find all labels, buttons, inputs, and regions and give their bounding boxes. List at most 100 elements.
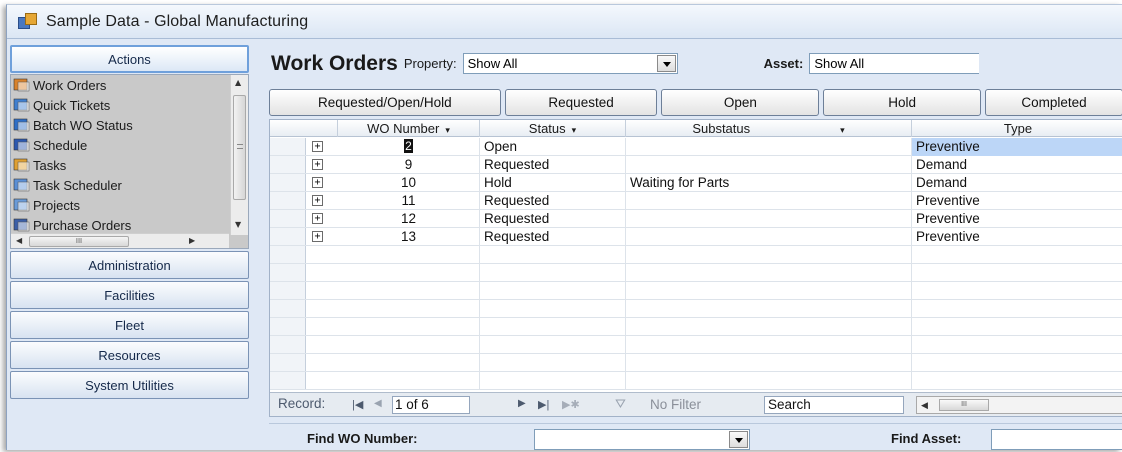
- sidebar-item[interactable]: Quick Tickets: [11, 95, 229, 115]
- cell-substatus[interactable]: [626, 264, 912, 282]
- actions-list-hscrollbar[interactable]: ◀ III ▶: [11, 233, 229, 248]
- tab-hold[interactable]: Hold: [823, 89, 981, 116]
- table-row[interactable]: [270, 264, 1122, 282]
- nav-section-actions[interactable]: Actions: [10, 45, 249, 73]
- sidebar-item[interactable]: Projects: [11, 195, 229, 215]
- cell-substatus[interactable]: [626, 228, 912, 246]
- sort-arrow-icon[interactable]: ▾: [445, 122, 450, 139]
- sidebar-item[interactable]: Work Orders: [11, 75, 229, 95]
- cell-wo-number[interactable]: [338, 354, 480, 372]
- row-selector[interactable]: [270, 336, 306, 353]
- cell-type[interactable]: Preventive: [912, 210, 1122, 228]
- row-selector[interactable]: [270, 192, 306, 209]
- hscroll-thumb[interactable]: III: [29, 236, 129, 247]
- tab-requested-open-hold[interactable]: Requested/Open/Hold: [269, 89, 501, 116]
- record-position-input[interactable]: 1 of 6: [392, 396, 470, 414]
- asset-select[interactable]: Show All: [809, 53, 980, 74]
- last-record-icon[interactable]: ▶|: [538, 398, 549, 411]
- cell-wo-number[interactable]: [338, 282, 480, 300]
- new-record-icon[interactable]: ▶✱: [562, 398, 580, 411]
- sidebar-item[interactable]: Schedule: [11, 135, 229, 155]
- sort-arrow-icon[interactable]: ▾: [840, 122, 845, 139]
- cell-wo-number[interactable]: [338, 336, 480, 354]
- cell-type[interactable]: Preventive: [912, 138, 1122, 156]
- cell-wo-number[interactable]: [338, 300, 480, 318]
- scroll-left-icon[interactable]: ◀: [16, 236, 22, 245]
- row-selector[interactable]: [270, 354, 306, 371]
- sidebar-item[interactable]: Task Scheduler: [11, 175, 229, 195]
- sort-arrow-icon[interactable]: ▾: [572, 122, 577, 139]
- cell-substatus[interactable]: [626, 354, 912, 372]
- scroll-up-icon[interactable]: ▲: [235, 78, 241, 87]
- next-record-icon[interactable]: ▶: [518, 398, 526, 409]
- grid-hscrollbar[interactable]: ◀ III: [916, 396, 1122, 414]
- cell-substatus[interactable]: [626, 372, 912, 390]
- cell-substatus[interactable]: [626, 336, 912, 354]
- cell-type[interactable]: [912, 318, 1122, 336]
- row-selector[interactable]: [270, 246, 306, 263]
- cell-status[interactable]: Requested: [480, 192, 626, 210]
- table-row[interactable]: +12 Requested Preventive: [270, 210, 1122, 228]
- chevron-down-icon[interactable]: [656, 55, 676, 72]
- table-row[interactable]: +10 Hold Waiting for Parts Demand: [270, 174, 1122, 192]
- expand-row-icon[interactable]: +: [312, 159, 323, 170]
- table-row[interactable]: [270, 336, 1122, 354]
- cell-wo-number[interactable]: 13: [338, 228, 480, 246]
- cell-status[interactable]: [480, 318, 626, 336]
- first-record-icon[interactable]: |◀: [352, 398, 363, 411]
- cell-wo-number[interactable]: 2: [338, 138, 480, 156]
- nav-section-administration[interactable]: Administration: [10, 251, 249, 279]
- cell-wo-number[interactable]: [338, 372, 480, 390]
- cell-type[interactable]: Preventive: [912, 228, 1122, 246]
- tab-completed[interactable]: Completed: [984, 89, 1122, 116]
- cell-wo-number[interactable]: [338, 246, 480, 264]
- nav-section-resources[interactable]: Resources: [10, 341, 249, 369]
- table-row[interactable]: +11 Requested Preventive: [270, 192, 1122, 210]
- column-header-substatus[interactable]: Substatus ▾: [626, 120, 912, 137]
- find-asset-select[interactable]: [991, 429, 1122, 450]
- cell-type[interactable]: [912, 300, 1122, 318]
- cell-type[interactable]: Demand: [912, 156, 1122, 174]
- search-input[interactable]: Search: [764, 396, 904, 414]
- cell-wo-number[interactable]: 11: [338, 192, 480, 210]
- table-row[interactable]: [270, 354, 1122, 372]
- cell-substatus[interactable]: [626, 138, 912, 156]
- cell-status[interactable]: [480, 354, 626, 372]
- expand-row-icon[interactable]: +: [312, 213, 323, 224]
- cell-status[interactable]: [480, 246, 626, 264]
- row-selector[interactable]: [270, 318, 306, 335]
- cell-type[interactable]: [912, 282, 1122, 300]
- row-selector[interactable]: [270, 210, 306, 227]
- property-select[interactable]: Show All: [462, 53, 678, 74]
- cell-status[interactable]: [480, 372, 626, 390]
- cell-substatus[interactable]: [626, 210, 912, 228]
- cell-status[interactable]: [480, 336, 626, 354]
- expand-row-icon[interactable]: +: [312, 141, 323, 152]
- table-row[interactable]: +2 Open Preventive: [270, 138, 1122, 156]
- cell-substatus[interactable]: [626, 282, 912, 300]
- table-row[interactable]: [270, 372, 1122, 390]
- cell-substatus[interactable]: [626, 192, 912, 210]
- grid-corner[interactable]: [270, 120, 338, 137]
- sidebar-item[interactable]: Purchase Orders: [11, 215, 229, 235]
- cell-type[interactable]: [912, 336, 1122, 354]
- table-row[interactable]: [270, 246, 1122, 264]
- table-row[interactable]: [270, 318, 1122, 336]
- cell-type[interactable]: [912, 372, 1122, 390]
- nav-section-facilities[interactable]: Facilities: [10, 281, 249, 309]
- tab-requested[interactable]: Requested: [504, 89, 658, 116]
- cell-type[interactable]: [912, 246, 1122, 264]
- scroll-right-icon[interactable]: ▶: [189, 236, 195, 245]
- cell-wo-number[interactable]: [338, 264, 480, 282]
- cell-substatus[interactable]: [626, 246, 912, 264]
- row-selector[interactable]: [270, 264, 306, 281]
- column-header-type[interactable]: Type: [912, 120, 1122, 137]
- cell-wo-number[interactable]: 9: [338, 156, 480, 174]
- table-row[interactable]: +13 Requested Preventive: [270, 228, 1122, 246]
- row-selector[interactable]: [270, 282, 306, 299]
- expand-row-icon[interactable]: +: [312, 231, 323, 242]
- cell-wo-number[interactable]: 10: [338, 174, 480, 192]
- cell-wo-number[interactable]: [338, 318, 480, 336]
- cell-status[interactable]: [480, 282, 626, 300]
- cell-type[interactable]: Preventive: [912, 192, 1122, 210]
